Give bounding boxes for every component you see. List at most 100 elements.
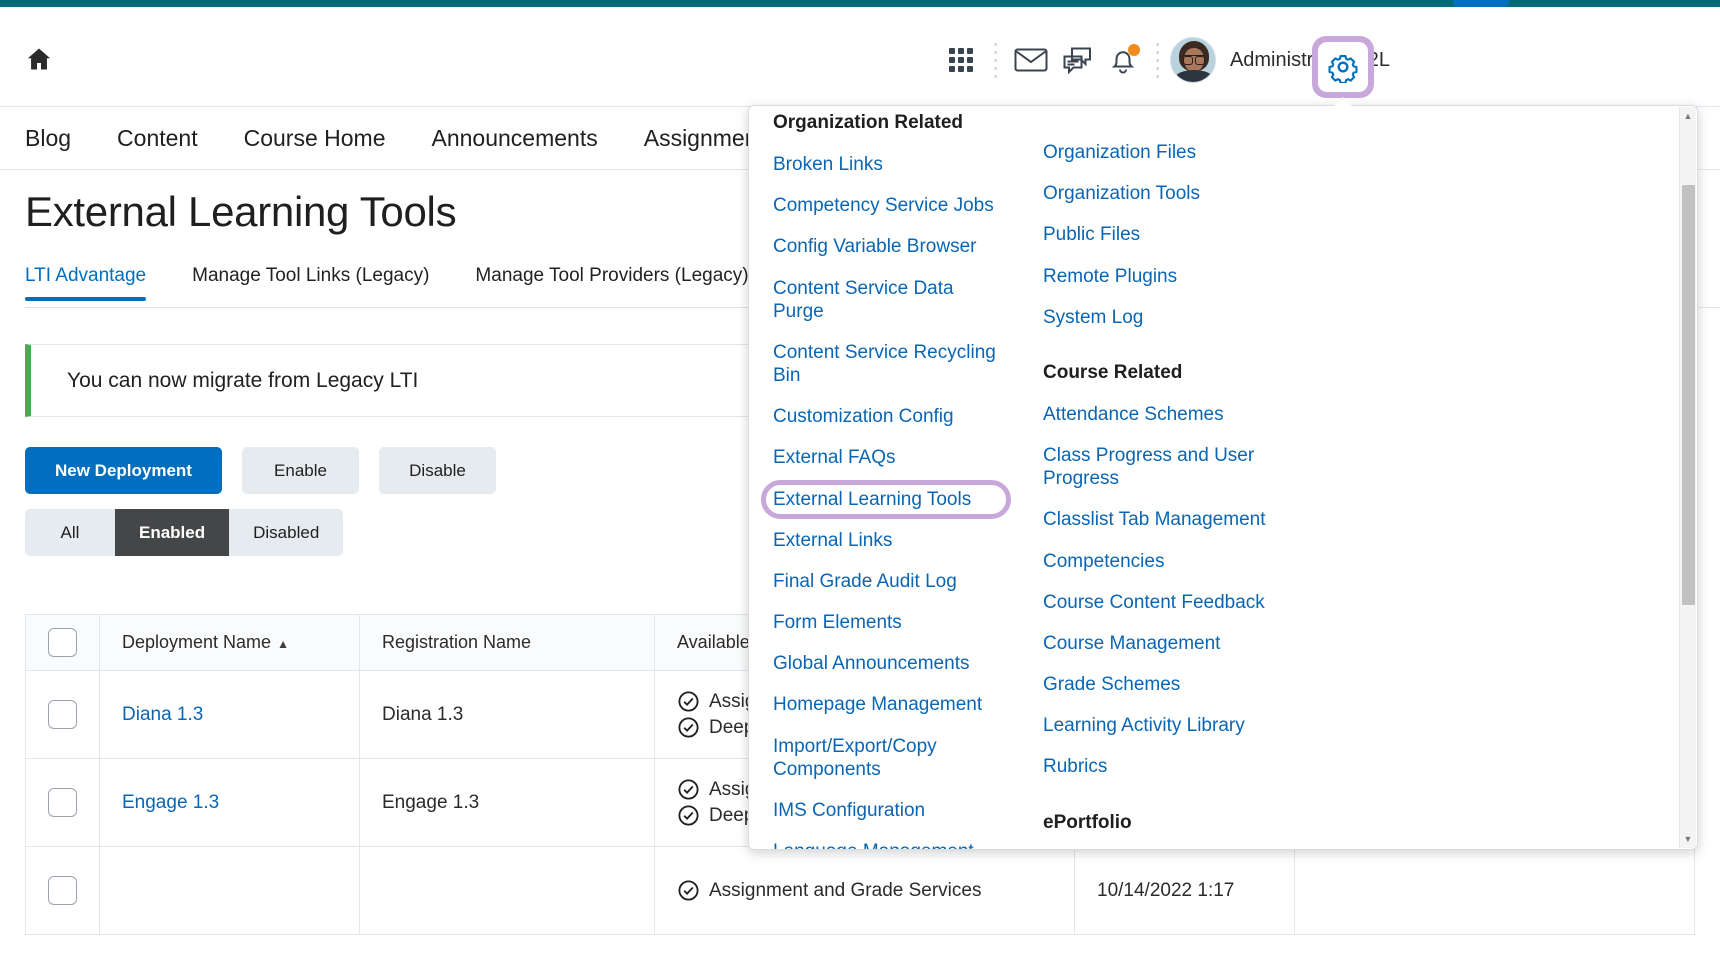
- header-divider-dots: [984, 37, 1008, 83]
- avatar[interactable]: [1169, 37, 1216, 83]
- cell-deployment-name: [99, 846, 360, 935]
- cell-registration-name: Engage 1.3: [359, 758, 655, 847]
- nav-item-course-home[interactable]: Course Home: [221, 125, 409, 152]
- top-accent-bar: [0, 0, 1720, 8]
- select-all-checkbox[interactable]: [48, 628, 77, 657]
- home-icon[interactable]: [25, 45, 53, 73]
- cell-last-modified: 10/14/2022 1:17: [1074, 846, 1295, 935]
- apps-grid-icon[interactable]: [938, 37, 984, 83]
- action-button-row: New Deployment Enable Disable: [25, 447, 496, 494]
- menu-item-remote-plugins[interactable]: Remote Plugins: [1043, 256, 1489, 297]
- menu-item-system-log[interactable]: System Log: [1043, 297, 1489, 338]
- menu-item-external-learning-tools-label: External Learning Tools: [773, 488, 972, 510]
- menu-item-organization-tools[interactable]: Organization Tools: [1043, 173, 1489, 214]
- menu-item-course-content-feedback[interactable]: Course Content Feedback: [1043, 582, 1489, 623]
- menu-columns: Organization Related Broken Links Compet…: [749, 106, 1680, 849]
- row-checkbox-cell: [25, 758, 100, 847]
- scroll-down-arrow-icon[interactable]: ▼: [1684, 830, 1693, 848]
- menu-callout-arrow: [1328, 97, 1358, 112]
- menu-heading-organization-related: Organization Related: [773, 112, 964, 133]
- settings-gear-button[interactable]: [1312, 36, 1374, 98]
- scrollbar-thumb[interactable]: [1682, 185, 1695, 605]
- filter-disabled[interactable]: Disabled: [229, 509, 343, 556]
- filter-enabled[interactable]: Enabled: [115, 509, 230, 556]
- available-item: Assignment and Grade Services: [677, 879, 1052, 902]
- menu-item-homepage-management[interactable]: Homepage Management: [773, 684, 999, 725]
- menu-item-external-learning-tools[interactable]: External Learning Tools: [761, 479, 1011, 520]
- enable-button[interactable]: Enable: [242, 447, 359, 494]
- menu-item-form-elements[interactable]: Form Elements: [773, 602, 999, 643]
- menu-item-course-management[interactable]: Course Management: [1043, 623, 1489, 664]
- menu-item-public-files[interactable]: Public Files: [1043, 214, 1489, 255]
- menu-item-rubrics[interactable]: Rubrics: [1043, 746, 1489, 787]
- scroll-up-arrow-icon[interactable]: ▲: [1684, 107, 1693, 125]
- deployment-link[interactable]: Diana 1.3: [122, 704, 203, 725]
- menu-item-customization-config[interactable]: Customization Config: [773, 396, 999, 437]
- filter-all[interactable]: All: [25, 509, 115, 556]
- cell-registration-name: Diana 1.3: [359, 670, 655, 759]
- new-deployment-button[interactable]: New Deployment: [25, 447, 222, 494]
- tab-manage-tool-providers-legacy[interactable]: Manage Tool Providers (Legacy): [452, 265, 771, 301]
- menu-item-classlist-tab-management[interactable]: Classlist Tab Management: [1043, 499, 1489, 540]
- row-checkbox[interactable]: [48, 876, 77, 905]
- subscriptions-chat-icon[interactable]: [1054, 37, 1100, 83]
- menu-scrollbar[interactable]: ▲ ▼: [1679, 107, 1696, 848]
- check-circle-icon: [678, 805, 699, 826]
- envelope-icon[interactable]: [1008, 37, 1054, 83]
- scrollbar-track[interactable]: [1680, 125, 1696, 830]
- column-deployment-name-label: Deployment Name: [122, 632, 272, 652]
- nav-item-blog[interactable]: Blog: [25, 125, 94, 152]
- menu-item-config-variable-browser[interactable]: Config Variable Browser: [773, 226, 999, 267]
- available-label: Assignment and Grade Services: [709, 879, 982, 901]
- row-checkbox[interactable]: [48, 788, 77, 817]
- menu-item-external-faqs[interactable]: External FAQs: [773, 437, 999, 478]
- menu-item-broken-links[interactable]: Broken Links: [773, 144, 999, 185]
- row-checkbox-cell: [25, 846, 100, 935]
- disable-button[interactable]: Disable: [379, 447, 496, 494]
- column-deployment-name[interactable]: Deployment Name ▲: [99, 614, 360, 671]
- menu-item-organization-files[interactable]: Organization Files: [1043, 132, 1489, 173]
- notification-badge: [1127, 44, 1140, 56]
- row-checkbox[interactable]: [48, 700, 77, 729]
- menu-item-import-export-copy-components[interactable]: Import/Export/Copy Components: [773, 726, 999, 790]
- row-checkbox-cell: [25, 670, 100, 759]
- menu-item-language-management[interactable]: Language Management: [773, 831, 999, 849]
- menu-item-content-service-recycling-bin[interactable]: Content Service Recycling Bin: [773, 332, 999, 396]
- column-registration-name[interactable]: Registration Name: [359, 614, 655, 671]
- cell-available: Assignment and Grade Services: [654, 846, 1075, 935]
- select-all-header: [25, 614, 100, 671]
- menu-item-competency-service-jobs[interactable]: Competency Service Jobs: [773, 185, 999, 226]
- menu-item-global-announcements[interactable]: Global Announcements: [773, 643, 999, 684]
- page-title: External Learning Tools: [25, 188, 457, 235]
- cell-deployment-name: Engage 1.3: [99, 758, 360, 847]
- menu-item-learning-activity-library[interactable]: Learning Activity Library: [1043, 705, 1489, 746]
- menu-item-content-service-data-purge[interactable]: Content Service Data Purge: [773, 268, 999, 332]
- header-divider-dots-2: [1146, 37, 1170, 83]
- table-row: Assignment and Grade Services 10/14/2022…: [25, 846, 1695, 935]
- menu-column-organization: Organization Related Broken Links Compet…: [761, 106, 1023, 849]
- global-header: Administrator D2L: [0, 7, 1720, 112]
- menu-item-competencies[interactable]: Competencies: [1043, 541, 1489, 582]
- menu-item-final-grade-audit-log[interactable]: Final Grade Audit Log: [773, 561, 999, 602]
- menu-heading-eportfolio: ePortfolio: [1043, 811, 1132, 833]
- admin-tools-dropdown: Organization Related Broken Links Compet…: [748, 105, 1698, 850]
- menu-heading-course-related: Course Related: [1043, 361, 1183, 383]
- cell-registration-name: [359, 846, 655, 935]
- check-circle-icon: [678, 717, 699, 738]
- menu-item-attendance-schemes[interactable]: Attendance Schemes: [1043, 394, 1489, 435]
- cell-spacer: [1294, 846, 1695, 935]
- check-circle-icon: [678, 779, 699, 800]
- deployment-link[interactable]: Engage 1.3: [122, 792, 219, 813]
- notification-bell-icon[interactable]: [1100, 37, 1146, 83]
- menu-item-grade-schemes[interactable]: Grade Schemes: [1043, 664, 1489, 705]
- nav-item-announcements[interactable]: Announcements: [409, 125, 621, 152]
- menu-item-external-links[interactable]: External Links: [773, 520, 999, 561]
- menu-item-tag-management[interactable]: Tag Management: [1043, 844, 1489, 849]
- nav-item-content[interactable]: Content: [94, 125, 221, 152]
- tab-manage-tool-links-legacy[interactable]: Manage Tool Links (Legacy): [169, 265, 452, 301]
- status-filter-group: All Enabled Disabled: [25, 509, 344, 556]
- menu-item-class-progress-and-user-progress[interactable]: Class Progress and User Progress: [1043, 435, 1283, 499]
- check-circle-icon: [678, 691, 699, 712]
- menu-item-ims-configuration[interactable]: IMS Configuration: [773, 790, 999, 831]
- tab-lti-advantage[interactable]: LTI Advantage: [25, 265, 169, 301]
